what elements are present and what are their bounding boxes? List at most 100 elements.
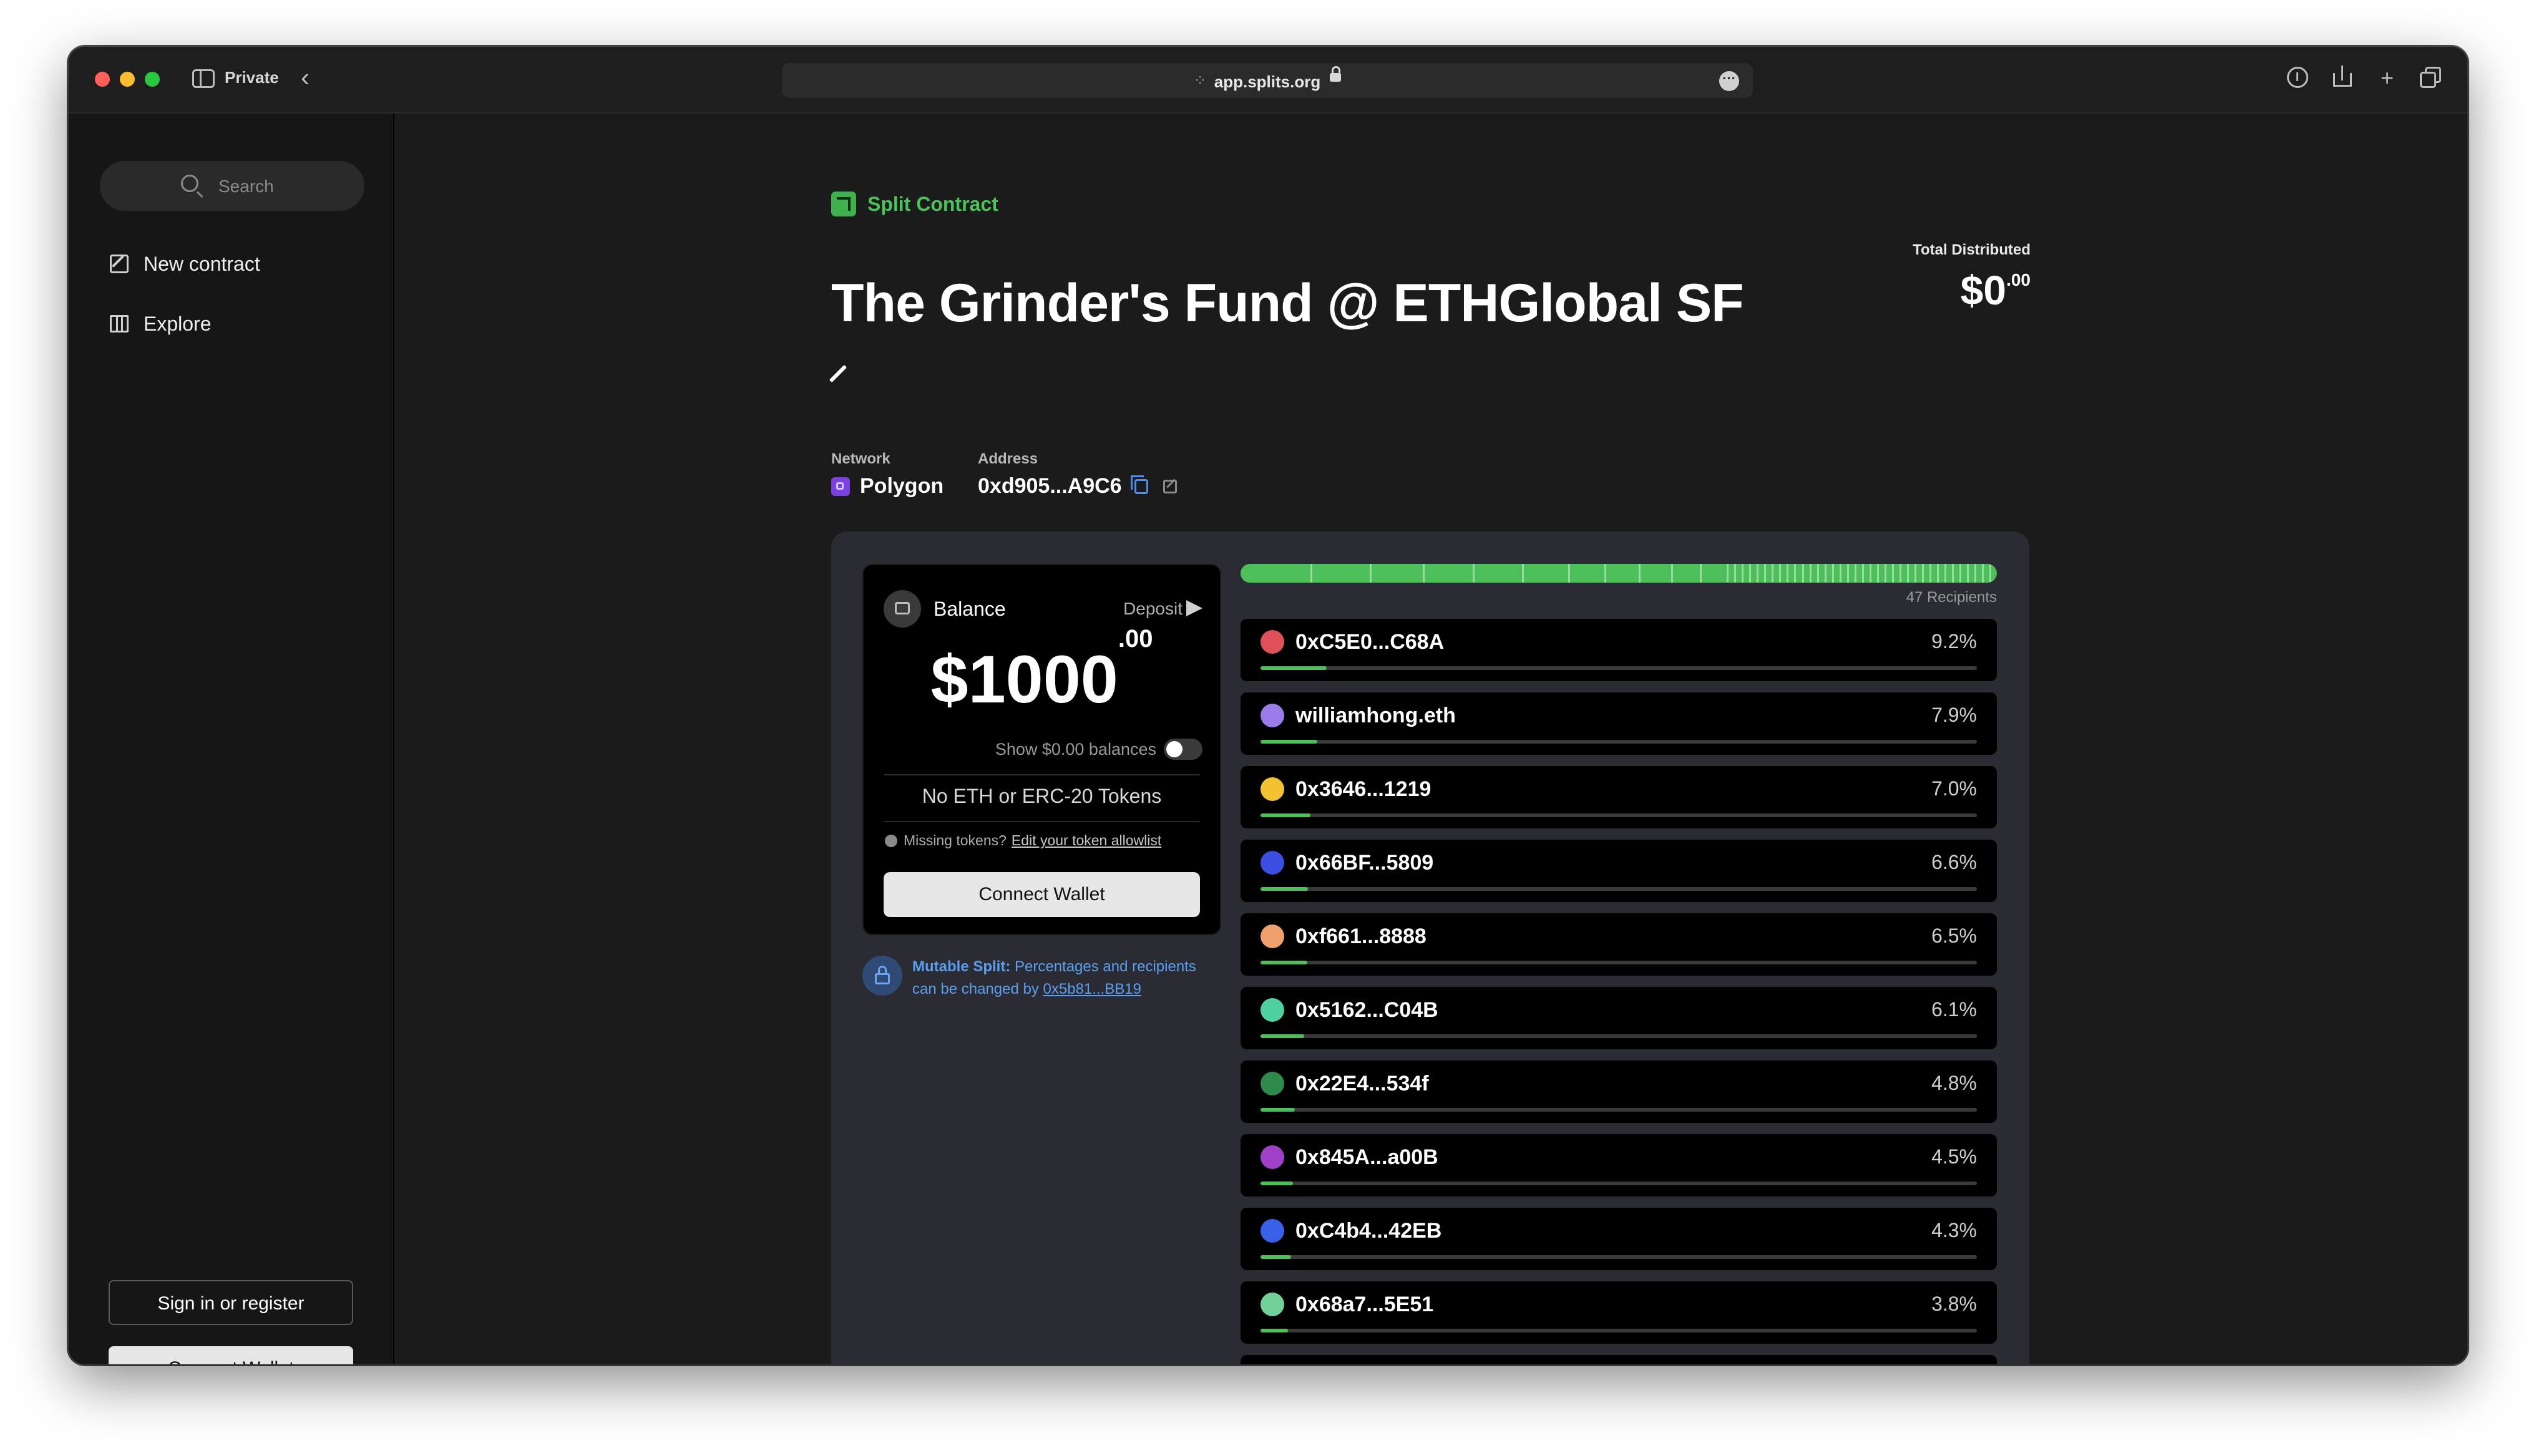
maximize-window-button[interactable] <box>145 72 160 87</box>
recipient-percent: 4.8% <box>1931 1072 1977 1094</box>
recipient-row[interactable]: 0x68a7...5E51 3.8% <box>1241 1281 1997 1344</box>
sidebar-toggle-icon[interactable] <box>192 69 215 88</box>
close-window-button[interactable] <box>95 72 110 87</box>
recipient-share-fill <box>1261 961 1307 964</box>
copy-icon[interactable] <box>1130 475 1148 494</box>
controller-address-link[interactable]: 0x5b81...BB19 <box>1043 981 1141 997</box>
recipient-share-track <box>1261 740 1977 744</box>
missing-tokens-note: Missing tokens? Edit your token allowlis… <box>885 832 1161 849</box>
back-button[interactable]: ‹ <box>301 63 310 92</box>
allocation-segment-divider <box>1869 564 1871 583</box>
recipient-percent: 6.5% <box>1931 925 1977 947</box>
allocation-segment-divider <box>1974 564 1976 583</box>
recipient-row[interactable]: 0xE848...616C3.6% <box>1241 1355 1997 1364</box>
recipient-name: 0x22E4...534f <box>1295 1072 1429 1095</box>
recipient-row[interactable]: 0xC5E0...C68A 9.2% <box>1241 619 1997 681</box>
allocation-segment-divider <box>1727 564 1729 583</box>
recipient-row[interactable]: 0x3646...1219 7.0% <box>1241 766 1997 828</box>
recipient-name: 0xC4b4...42EB <box>1295 1219 1442 1243</box>
recipient-share-fill <box>1261 740 1317 744</box>
allocation-segment-divider <box>1854 564 1856 583</box>
allocation-segment-divider <box>1699 564 1702 583</box>
recipient-row[interactable]: 0x845A...a00B 4.5% <box>1241 1134 1997 1196</box>
recipient-avatar <box>1261 1219 1284 1243</box>
allocation-segment-divider <box>1831 564 1834 583</box>
recipient-name: 0xC5E0...C68A <box>1295 630 1445 654</box>
show-zero-balances-toggle[interactable] <box>1164 739 1202 760</box>
new-tab-icon[interactable]: + <box>2381 66 2394 90</box>
allocation-segment-divider <box>1966 564 1969 583</box>
sidebar-item-explore[interactable]: Explore <box>110 308 212 339</box>
recipient-count: 47 Recipients <box>1906 589 1997 606</box>
recipient-avatar <box>1261 704 1284 727</box>
lock-icon <box>1330 66 1341 82</box>
info-icon <box>885 834 897 847</box>
allocation-segment-divider <box>1989 564 1991 583</box>
recipient-row[interactable]: 0x22E4...534f 4.8% <box>1241 1060 1997 1123</box>
recipient-row[interactable]: 0xf661...8888 6.5% <box>1241 913 1997 976</box>
allocation-segment-divider <box>1757 564 1759 583</box>
allocation-segment-divider <box>1929 564 1931 583</box>
allocation-segment-divider <box>1891 564 1894 583</box>
recipient-avatar <box>1261 630 1284 654</box>
recipient-share-fill <box>1261 1182 1293 1185</box>
minimize-window-button[interactable] <box>120 72 135 87</box>
main-content: Split Contract The Grinder's Fund @ ETHG… <box>394 114 2467 1364</box>
recipient-avatar <box>1261 1072 1284 1095</box>
recipient-share-fill <box>1261 887 1308 891</box>
send-icon[interactable] <box>1186 600 1202 616</box>
address-bar[interactable]: ⁘ app.splits.org ··· <box>782 63 1753 98</box>
allocation-segment-divider <box>1787 564 1789 583</box>
token-allowlist-link[interactable]: Edit your token allowlist <box>1012 832 1161 849</box>
allocation-segment-divider <box>1839 564 1841 583</box>
allocation-segment-divider <box>1824 564 1826 583</box>
network-name: Polygon <box>860 474 944 498</box>
recipient-name: 0x68a7...5E51 <box>1295 1293 1434 1316</box>
browser-window: Private ‹ ⁘ app.splits.org ··· + Search … <box>69 47 2467 1364</box>
total-distributed-value: $0.00 <box>1961 266 2031 314</box>
allocation-segment-divider <box>1604 564 1606 583</box>
sidebar-item-new-contract[interactable]: New contract <box>110 248 260 279</box>
deposit-button[interactable]: Deposit <box>1123 599 1183 619</box>
recipient-percent: 6.6% <box>1931 851 1977 873</box>
sidebar-connect-wallet-button[interactable]: Connect Wallet <box>109 1346 353 1364</box>
show-zero-balances-label: Show $0.00 balances <box>995 740 1156 759</box>
recipient-share-fill <box>1261 1255 1292 1259</box>
recipient-share-track <box>1261 1034 1977 1038</box>
recipient-share-fill <box>1261 1329 1288 1332</box>
recipient-row[interactable]: 0x66BF...5809 6.6% <box>1241 840 1997 902</box>
tab-overview-icon[interactable] <box>2420 67 2441 88</box>
map-icon <box>110 315 129 332</box>
allocation-segment-divider <box>1936 564 1939 583</box>
recipient-name: williamhong.eth <box>1295 704 1456 727</box>
total-distributed-cents: .00 <box>2006 270 2031 289</box>
edit-icon[interactable] <box>829 364 847 383</box>
allocation-segment-divider <box>1764 564 1767 583</box>
url-text: app.splits.org <box>1214 72 1321 91</box>
recipient-row[interactable]: 0xC4b4...42EB 4.3% <box>1241 1208 1997 1270</box>
recipient-row[interactable]: williamhong.eth 7.9% <box>1241 692 1997 755</box>
sidebar-item-label: Explore <box>144 312 212 335</box>
sign-in-button[interactable]: Sign in or register <box>109 1280 353 1325</box>
more-options-icon[interactable]: ··· <box>1719 71 1739 91</box>
total-distributed-label: Total Distributed <box>1913 241 2031 258</box>
page-title: The Grinder's Fund @ ETHGlobal SF <box>831 273 1744 333</box>
recipient-percent: 7.0% <box>1931 777 1977 800</box>
external-link-icon[interactable] <box>1163 479 1177 493</box>
allocation-segment-divider <box>1473 564 1475 583</box>
allocation-segment-divider <box>1423 564 1425 583</box>
unlock-icon <box>862 956 902 996</box>
connect-wallet-button[interactable]: Connect Wallet <box>884 872 1200 917</box>
balance-card: Balance Deposit $1000.00 Show $0.00 bala… <box>862 564 1221 935</box>
recipient-row[interactable]: 0x5162...C04B 6.1% <box>1241 987 1997 1049</box>
allocation-segment-divider <box>1521 564 1524 583</box>
balance-label: Balance <box>934 598 1006 620</box>
contract-type-badge: Split Contract <box>831 192 998 216</box>
downloads-icon[interactable] <box>2287 67 2308 88</box>
share-icon[interactable] <box>2333 66 2352 87</box>
allocation-segment-divider <box>1310 564 1312 583</box>
allocation-segment-divider <box>1861 564 1864 583</box>
balance-cents: .00 <box>1118 625 1153 653</box>
allocation-segment-divider <box>1981 564 1984 583</box>
search-input[interactable]: Search <box>100 161 364 211</box>
